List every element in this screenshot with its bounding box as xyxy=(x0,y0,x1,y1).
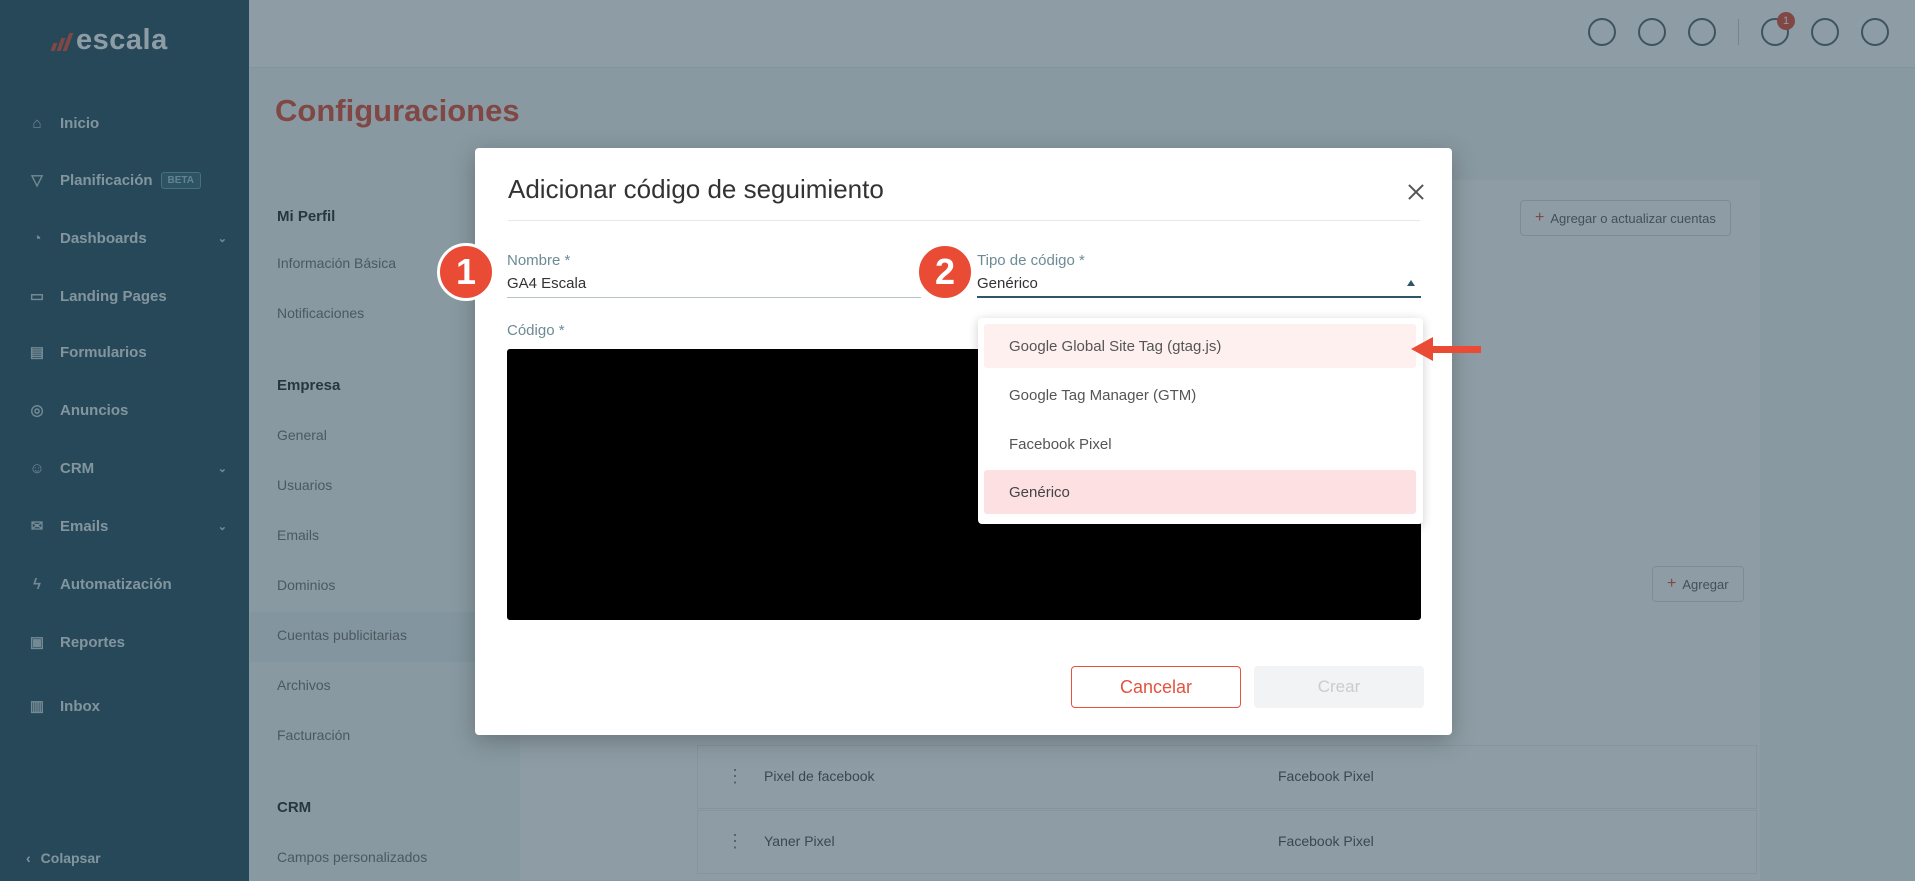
dropdown-option-gtag[interactable]: Google Global Site Tag (gtag.js) xyxy=(984,324,1416,368)
name-field-label: Nombre * xyxy=(507,252,571,269)
code-type-dropdown: Google Global Site Tag (gtag.js) Google … xyxy=(978,318,1423,524)
step-2-badge: 2 xyxy=(916,243,974,301)
close-icon[interactable] xyxy=(1404,180,1428,204)
type-field-label: Tipo de código * xyxy=(977,252,1085,269)
dropdown-option-gtm[interactable]: Google Tag Manager (GTM) xyxy=(984,373,1416,417)
arrow-left-icon xyxy=(1411,337,1481,361)
create-button[interactable]: Crear xyxy=(1254,666,1424,708)
tracking-code-modal: Adicionar código de seguimiento Nombre *… xyxy=(475,148,1452,735)
step-1-badge: 1 xyxy=(437,243,495,301)
caret-up-icon xyxy=(1407,280,1415,286)
modal-divider xyxy=(508,220,1420,221)
dropdown-option-generico[interactable]: Genérico xyxy=(984,470,1416,514)
code-type-select[interactable]: Genérico xyxy=(977,270,1421,298)
code-field-label: Código * xyxy=(507,322,565,339)
dropdown-option-facebook-pixel[interactable]: Facebook Pixel xyxy=(984,422,1416,466)
cancel-button[interactable]: Cancelar xyxy=(1071,666,1241,708)
modal-title: Adicionar código de seguimiento xyxy=(508,174,884,204)
code-type-selected-value: Genérico xyxy=(977,274,1038,292)
name-input[interactable] xyxy=(507,270,921,298)
